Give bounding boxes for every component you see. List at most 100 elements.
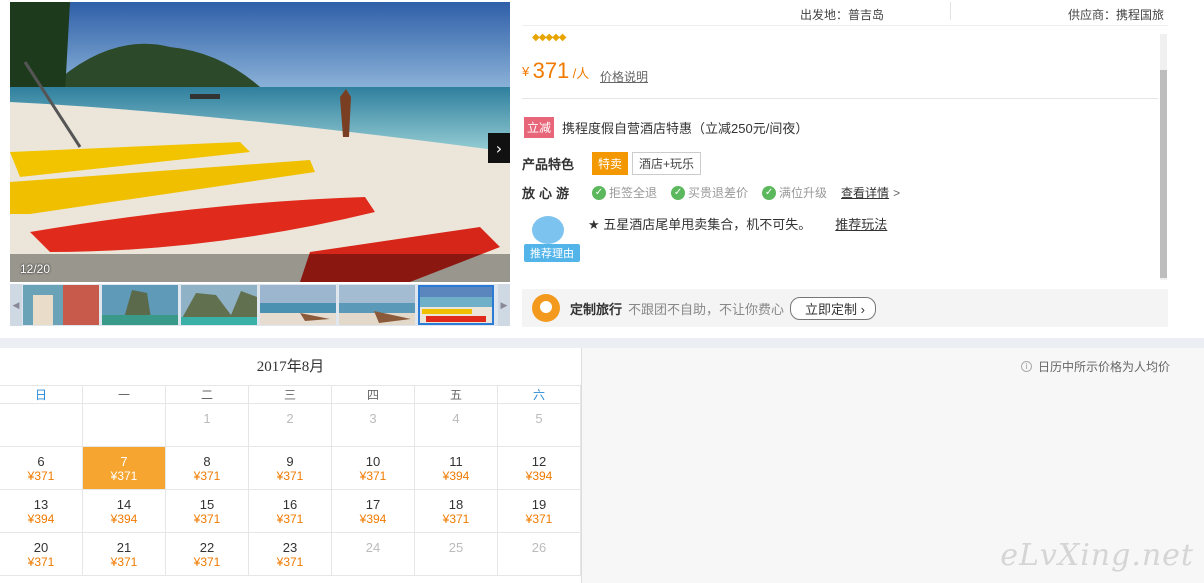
calendar-day-price: ¥371 [27,555,55,569]
promo-text: 携程度假自营酒店特惠（立减250元/间夜） [562,121,809,136]
calendar-day-price: ¥371 [110,469,138,483]
calendar-day-number: 9 [286,454,294,469]
calendar-day-price: ¥371 [193,469,221,483]
calendar-day[interactable]: 19 ¥371 [498,490,581,533]
custom-travel-bar: 定制旅行 不跟团不自助，不让你费心 立即定制 › [522,289,1168,327]
feature-tag-sale: 特卖 [592,152,629,175]
weekday-label: 四 [332,386,415,404]
calendar-day[interactable]: 8 ¥371 [166,447,249,490]
custom-now-button[interactable]: 立即定制 › [790,296,876,320]
calendar-day-number: 5 [535,411,543,426]
calendar-day-number: 6 [37,454,45,469]
calendar-day-price: ¥394 [359,512,387,526]
weekday-label: 一 [83,386,166,404]
promo-row: 立减 携程度假自营酒店特惠（立减250元/间夜） [524,117,808,138]
calendar-day[interactable]: 6 ¥371 [0,447,83,490]
recommend-row: 推荐理由 ★ 五星酒店尾单甩卖集合，机不可失。 推荐玩法 [524,214,887,262]
custom-travel-title: 定制旅行 [570,301,623,317]
info-icon: i [1020,361,1032,372]
check-icon: ✓ [762,185,777,200]
calendar-day-price: ¥371 [110,555,138,569]
calendar-day-price: ¥371 [276,555,304,569]
speech-bubble-icon [532,216,564,244]
departure-text: 出发地：普吉岛 [800,8,885,22]
recommend-badge: 推荐理由 [524,214,580,262]
calendar-day-number: 8 [203,454,211,469]
calendar-day[interactable]: 9 ¥371 [249,447,332,490]
calendar-day-price: ¥394 [442,469,470,483]
calendar-day: 26 [498,533,581,576]
calendar-day[interactable]: 17 ¥394 [332,490,415,533]
assurance-text: 满位升级 [779,186,828,200]
calendar-day[interactable]: 21 ¥371 [83,533,166,576]
scrollbar[interactable] [1160,34,1167,280]
chevron-right-icon: > [893,185,901,200]
meta-row: 出发地：普吉岛 供应商：携程国旅 [522,0,1168,26]
calendar-day-price: ¥394 [525,469,553,483]
weekday-label: 日 [0,386,83,404]
watermark-logo: eLvXing.net [1000,538,1194,573]
calendar-note: i 日历中所示价格为人均价 [1020,358,1170,375]
calendar-day: 4 [415,404,498,447]
calendar-day-price: ¥371 [276,512,304,526]
calendar-day[interactable]: 12 ¥394 [498,447,581,490]
scrollbar-thumb[interactable] [1160,70,1167,278]
calendar-day[interactable]: 13 ¥394 [0,490,83,533]
calendar: 2017年8月 日 一 二 三 四 五 六 1 2 3 4 5 6 ¥371 7 ¥371 8 ¥3… [0,348,582,583]
calendar-day[interactable]: 11 ¥394 [415,447,498,490]
calendar-day-price: ¥371 [27,469,55,483]
thumb-prev-arrow-icon[interactable]: ◀ [10,284,22,326]
assurance-item: ✓ 满位升级 [762,184,827,201]
calendar-day[interactable]: 10 ¥371 [332,447,415,490]
calendar-day[interactable]: 23 ¥371 [249,533,332,576]
calendar-day[interactable]: 14 ¥394 [83,490,166,533]
thumbnail-4[interactable] [260,285,336,325]
section-divider [0,338,1204,348]
calendar-day-price: ¥371 [359,469,387,483]
features-row: 产品特色 特卖 酒店+玩乐 [522,152,702,175]
calendar-day-number: 23 [282,540,298,555]
calendar-day-number: 14 [116,497,132,512]
calendar-day-number: 15 [199,497,215,512]
thumbnail-2[interactable] [102,285,178,325]
calendar-day[interactable]: 16 ¥371 [249,490,332,533]
thumbnail-5[interactable] [339,285,415,325]
assurance-text: 买贵退差价 [688,186,749,200]
beach-photo [10,2,510,282]
calendar-day[interactable]: 20 ¥371 [0,533,83,576]
calendar-title: 2017年8月 [0,348,581,386]
calendar-day: 25 [415,533,498,576]
calendar-day[interactable]: 22 ¥371 [166,533,249,576]
hero-image[interactable]: 12/20 › [10,2,510,282]
assurance-detail-link[interactable]: 查看详情 [841,184,889,201]
check-icon: ✓ [671,185,686,200]
calendar-day[interactable]: 18 ¥371 [415,490,498,533]
thumbnail-1[interactable] [23,285,99,325]
calendar-day[interactable]: 15 ¥371 [166,490,249,533]
weekday-label: 六 [498,386,581,404]
calendar-day-number: 19 [531,497,547,512]
price-value: 371 [532,58,570,83]
check-icon: ✓ [592,185,606,200]
recommend-link[interactable]: 推荐玩法 [835,214,887,262]
product-section: 12/20 › ◀ ▶ 出发地：普吉岛 供应商：携程国旅 ◆◆◆◆◆ ¥ 371… [0,0,1204,338]
thumb-next-arrow-icon[interactable]: ▶ [498,284,510,326]
assurance-item: ✓ 买贵退差价 [671,184,748,201]
feature-tag-hotel-fun: 酒店+玩乐 [632,152,702,175]
calendar-day-number: 2 [286,411,294,426]
calendar-day-number: 25 [448,540,464,555]
calendar-day-number: 11 [449,454,463,469]
calendar-day-number: 16 [282,497,298,512]
thumbnail-3[interactable] [181,285,257,325]
calendar-day-number: 18 [448,497,464,512]
calendar-day-price: ¥371 [442,512,470,526]
calendar-day[interactable]: 7 ¥371 [83,447,166,490]
chevron-right-icon[interactable]: › [488,133,510,163]
calendar-day-number: 21 [116,540,132,555]
custom-travel-icon [532,294,560,322]
recommend-badge-label: 推荐理由 [524,244,580,262]
thumbnail-6-active[interactable] [418,285,494,325]
calendar-day-number: 26 [531,540,547,555]
calendar-day: 5 [498,404,581,447]
price-note-link[interactable]: 价格说明 [600,68,648,85]
